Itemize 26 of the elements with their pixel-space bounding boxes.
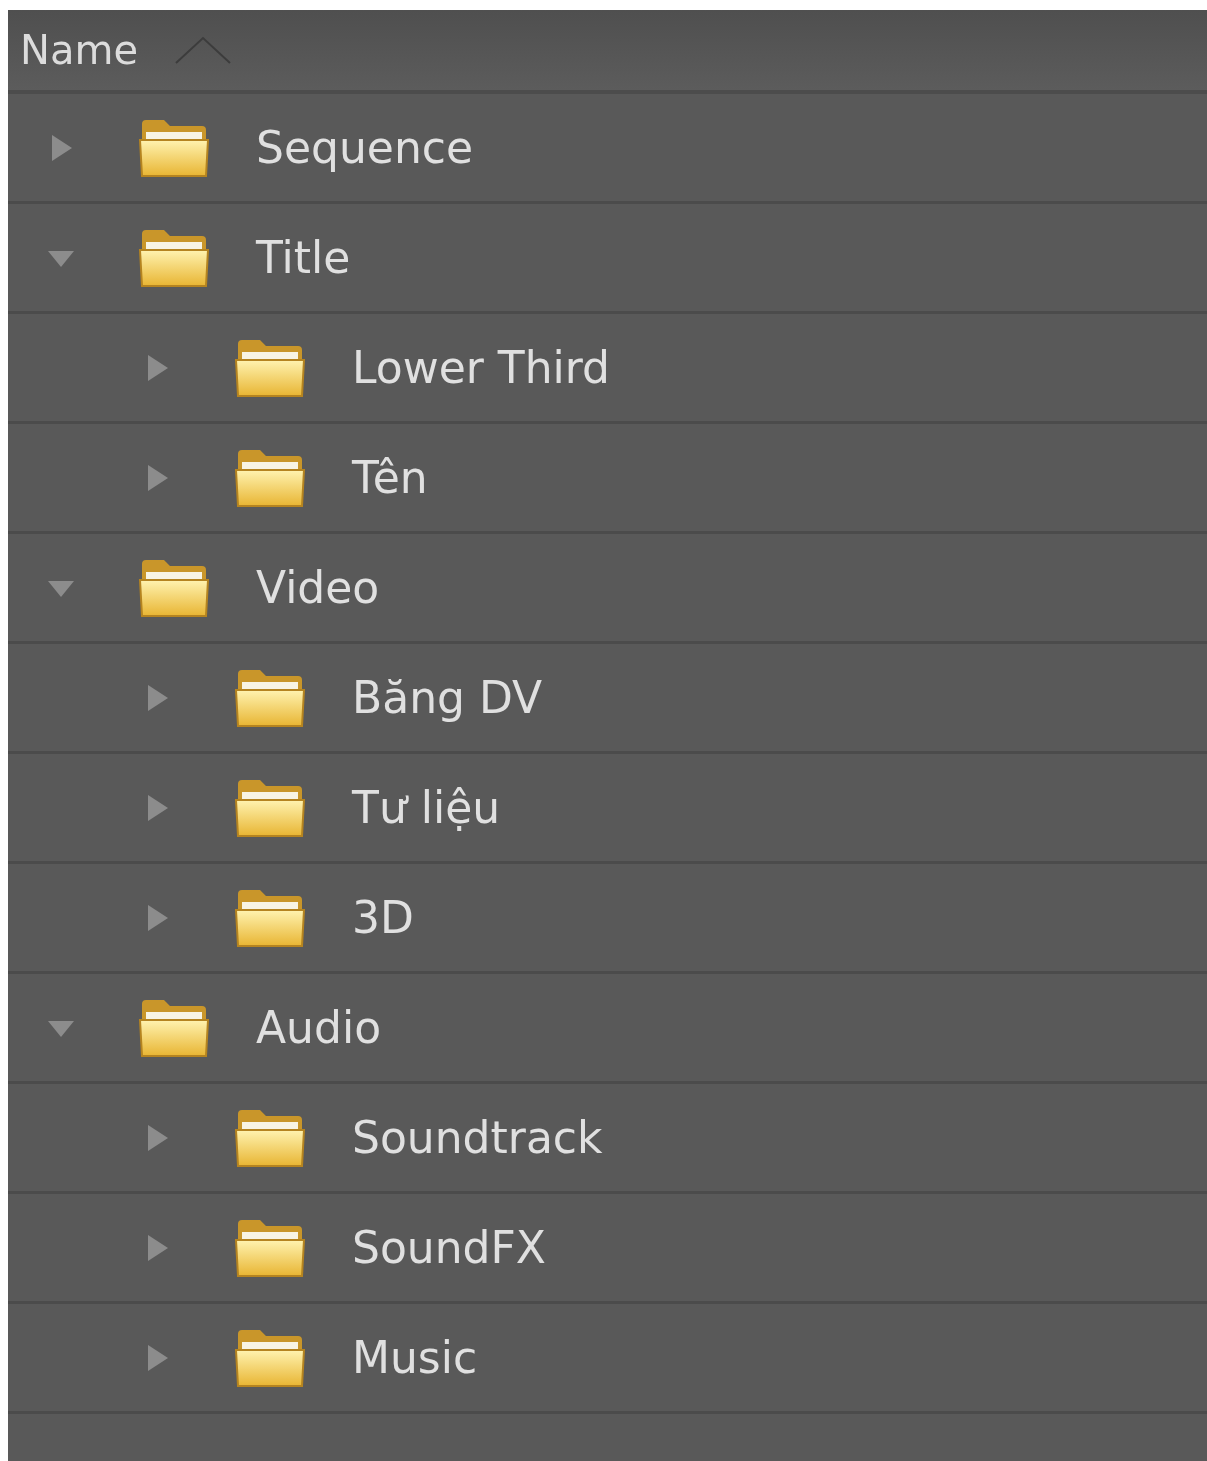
- tree-row[interactable]: Sequence: [8, 94, 1207, 204]
- tree-row[interactable]: SoundFX: [8, 1194, 1207, 1304]
- folder-name: Sequence: [256, 122, 474, 173]
- folder-name: SoundFX: [352, 1222, 546, 1273]
- column-label: Name: [20, 27, 138, 73]
- tree-row[interactable]: Băng DV: [8, 644, 1207, 754]
- folder-name: Băng DV: [352, 672, 543, 723]
- tree-row[interactable]: Tên: [8, 424, 1207, 534]
- folder-name: Music: [352, 1332, 478, 1383]
- folder-name: Tên: [352, 452, 428, 503]
- column-header[interactable]: Name: [8, 10, 1207, 94]
- tree-row[interactable]: Soundtrack: [8, 1084, 1207, 1194]
- tree-row[interactable]: Title: [8, 204, 1207, 314]
- tree-row[interactable]: Lower Third: [8, 314, 1207, 424]
- tree-row[interactable]: Audio: [8, 974, 1207, 1084]
- tree-row[interactable]: 3D: [8, 864, 1207, 974]
- folder-name: Tư liệu: [352, 782, 501, 833]
- folder-name: Video: [256, 562, 380, 613]
- folder-name: 3D: [352, 892, 414, 943]
- tree-row[interactable]: Video: [8, 534, 1207, 644]
- tree-row[interactable]: Music: [8, 1304, 1207, 1414]
- folder-name: Title: [256, 232, 351, 283]
- tree-row[interactable]: Tư liệu: [8, 754, 1207, 864]
- folder-name: Lower Third: [352, 342, 611, 393]
- folder-name: Soundtrack: [352, 1112, 603, 1163]
- folder-name: Audio: [256, 1002, 382, 1053]
